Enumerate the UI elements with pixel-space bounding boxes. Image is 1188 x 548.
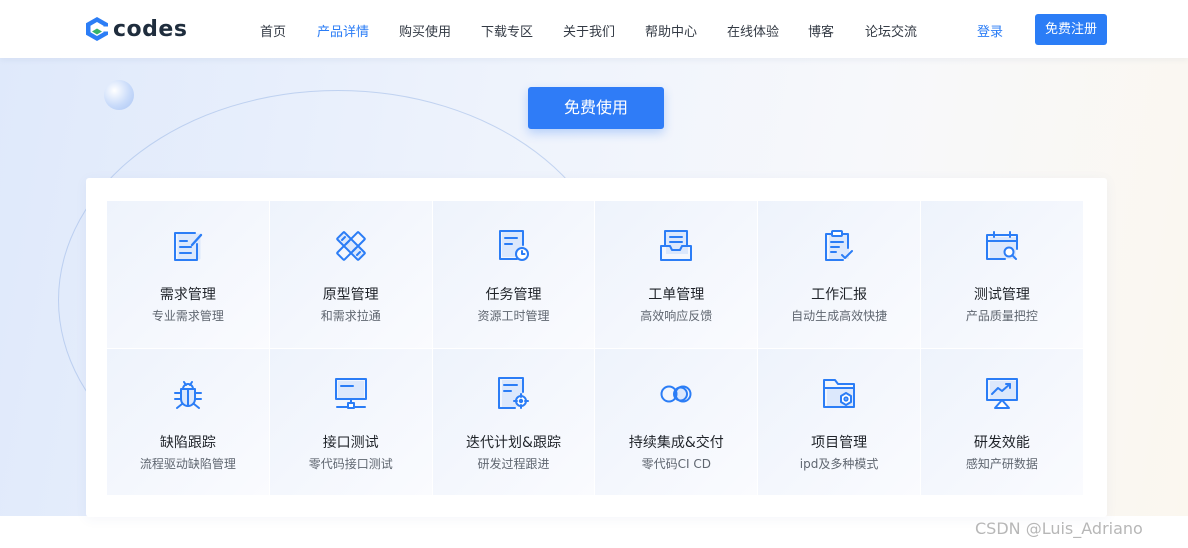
feature-title: 研发效能 [973,435,1030,451]
feature-subtitle: 零代码CI CD [641,457,711,471]
feature-subtitle: ipd及多种模式 [799,457,879,471]
bug-icon [174,381,202,409]
nav-item-product-details[interactable]: 产品详情 [317,21,369,40]
feature-card-ci-cd[interactable]: 持续集成&交付 零代码CI CD [595,349,759,496]
task-clock-icon [498,230,529,261]
iteration-target-icon [497,377,529,409]
api-monitor-icon [334,378,367,409]
report-clipboard-icon [825,230,854,261]
features-panel: 需求管理 专业需求管理 原型管理 和需求拉通 任务管理 资源工时管理 工单管理 … [86,178,1107,517]
requirement-icon [174,232,203,261]
register-button[interactable]: 免费注册 [1035,14,1107,45]
feature-subtitle: 研发过程跟进 [477,457,550,471]
feature-subtitle: 流程驱动缺陷管理 [139,457,236,471]
efficiency-chart-icon [985,378,1018,409]
feature-subtitle: 专业需求管理 [151,309,224,323]
feature-title: 缺陷跟踪 [159,435,216,451]
csdn-watermark: CSDN @Luis_Adriano [975,519,1143,538]
feature-card-project-management[interactable]: 项目管理 ipd及多种模式 [758,349,921,496]
feature-title: 迭代计划&跟踪 [466,435,561,451]
feature-title: 需求管理 [159,287,216,303]
nav-item-forum[interactable]: 论坛交流 [865,21,917,40]
feature-subtitle: 资源工时管理 [477,309,550,323]
feature-title: 项目管理 [811,435,868,451]
feature-title: 接口测试 [322,435,379,451]
feature-card-prototype[interactable]: 原型管理 和需求拉通 [269,201,433,349]
nav-item-online-trial[interactable]: 在线体验 [727,21,779,40]
feature-card-tasks[interactable]: 任务管理 资源工时管理 [432,201,596,349]
brand-logo[interactable]: codes [84,15,187,43]
feature-card-testing[interactable]: 测试管理 产品质量把控 [920,201,1084,349]
feature-subtitle: 产品质量把控 [965,309,1038,323]
codes-logo-icon [86,17,109,41]
ticket-tray-icon [660,230,693,261]
project-folder-icon [823,379,856,408]
feature-title: 原型管理 [322,287,379,303]
free-use-button[interactable]: 免费使用 [528,87,664,129]
ci-cd-rings-icon [660,385,692,403]
feature-subtitle: 零代码接口测试 [308,457,393,471]
nav-item-about[interactable]: 关于我们 [563,21,615,40]
feature-card-bug-tracking[interactable]: 缺陷跟踪 流程驱动缺陷管理 [107,349,270,496]
login-link[interactable]: 登录 [977,21,1003,40]
feature-card-rd-efficiency[interactable]: 研发效能 感知产研数据 [920,349,1084,496]
feature-title: 工作汇报 [811,287,868,303]
feature-title: 任务管理 [485,287,542,303]
feature-title: 测试管理 [973,287,1030,303]
feature-subtitle: 感知产研数据 [965,457,1038,471]
features-grid: 需求管理 专业需求管理 原型管理 和需求拉通 任务管理 资源工时管理 工单管理 … [107,201,1084,496]
feature-subtitle: 和需求拉通 [320,309,381,323]
nav-item-home[interactable]: 首页 [260,21,286,40]
prototype-icon [336,231,366,261]
nav-item-downloads[interactable]: 下载专区 [481,21,533,40]
feature-card-tickets[interactable]: 工单管理 高效响应反馈 [595,201,759,349]
top-navbar: codes 首页 产品详情 购买使用 下载专区 关于我们 帮助中心 在线体验 博… [0,0,1188,58]
feature-subtitle: 自动生成高效快捷 [791,309,888,323]
nav-item-help[interactable]: 帮助中心 [645,21,697,40]
feature-title: 持续集成&交付 [628,435,724,451]
nav-item-purchase[interactable]: 购买使用 [399,21,451,40]
feature-card-api-testing[interactable]: 接口测试 零代码接口测试 [269,349,433,496]
nav-item-blog[interactable]: 博客 [808,21,834,40]
feature-title: 工单管理 [648,287,705,303]
feature-card-iteration-planning[interactable]: 迭代计划&跟踪 研发过程跟进 [432,349,596,496]
feature-card-work-report[interactable]: 工作汇报 自动生成高效快捷 [758,201,921,349]
decorative-sphere [104,80,134,110]
test-calendar-search-icon [985,231,1018,260]
feature-subtitle: 高效响应反馈 [640,309,713,323]
logo-text: codes [113,16,188,42]
feature-card-requirements[interactable]: 需求管理 专业需求管理 [107,201,270,349]
